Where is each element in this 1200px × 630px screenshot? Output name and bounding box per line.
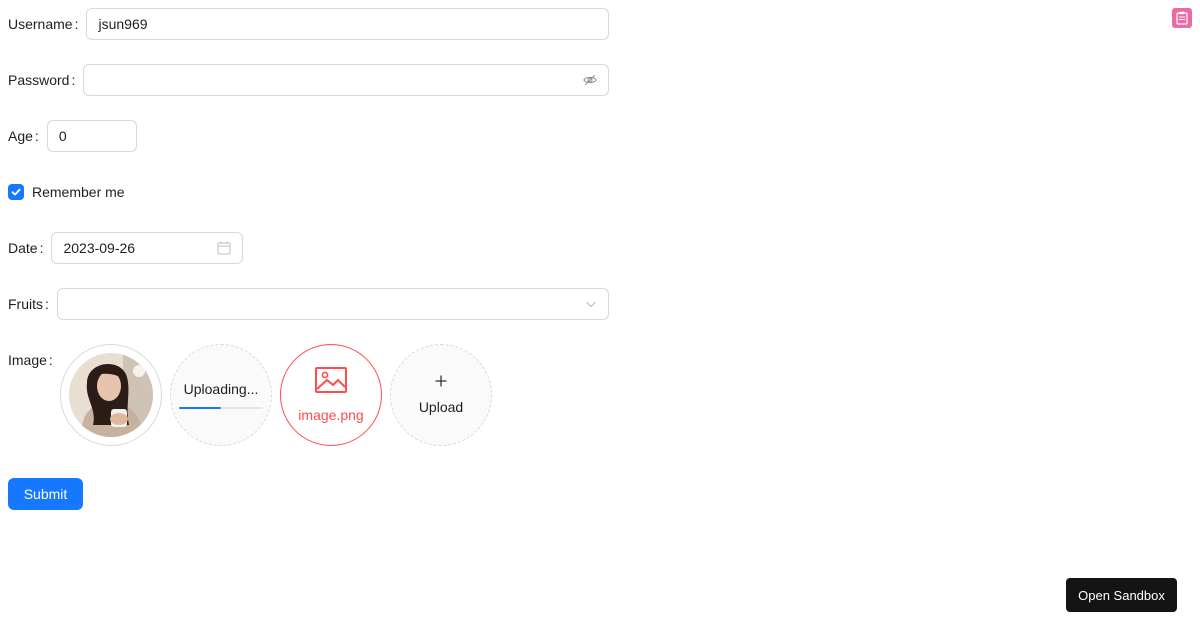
username-value: jsun969 (98, 16, 148, 32)
eye-invisible-icon[interactable] (583, 73, 598, 87)
picture-icon (315, 367, 347, 393)
date-row: Date: 2023-09-26 (8, 232, 244, 264)
age-label: Age: (8, 128, 39, 144)
password-row: Password: (8, 64, 610, 96)
check-icon (11, 188, 21, 196)
upload-button[interactable]: Upload (390, 344, 492, 446)
open-sandbox-button[interactable]: Open Sandbox (1066, 578, 1177, 612)
clipboard-icon (1176, 11, 1188, 25)
upload-progress-fill (179, 407, 221, 409)
remember-label[interactable]: Remember me (32, 184, 125, 200)
image-label: Image: (8, 352, 53, 368)
avatar-photo (69, 353, 153, 437)
password-label: Password: (8, 72, 76, 88)
age-input[interactable]: 0 (46, 120, 137, 152)
upload-progress-bar (179, 407, 263, 409)
date-value: 2023-09-26 (63, 240, 136, 256)
image-row: Image: (8, 344, 61, 376)
remember-checkbox[interactable] (8, 184, 24, 200)
fruits-row: Fruits: (8, 288, 609, 320)
username-row: Username: jsun969 (8, 8, 610, 40)
remember-row[interactable]: Remember me (8, 176, 125, 208)
fruits-select[interactable] (56, 288, 609, 320)
plus-icon (435, 375, 447, 387)
upload-item-error[interactable]: image.png (280, 344, 382, 446)
username-label: Username: (8, 16, 79, 32)
error-filename: image.png (298, 407, 364, 423)
username-input[interactable]: jsun969 (86, 8, 610, 40)
calendar-icon (217, 241, 231, 255)
age-value: 0 (58, 128, 67, 144)
upload-item-photo[interactable] (60, 344, 162, 446)
uploading-text: Uploading... (183, 381, 259, 397)
chevron-down-icon (585, 298, 597, 310)
corner-icon[interactable] (1172, 8, 1192, 28)
upload-label: Upload (418, 399, 464, 415)
password-input[interactable] (83, 64, 610, 96)
date-label: Date: (8, 240, 44, 256)
submit-button[interactable]: Submit (8, 478, 83, 510)
age-row: Age: 0 (8, 120, 137, 152)
upload-item-uploading: Uploading... (170, 344, 272, 446)
date-picker[interactable]: 2023-09-26 (51, 232, 244, 264)
fruits-label: Fruits: (8, 296, 49, 312)
